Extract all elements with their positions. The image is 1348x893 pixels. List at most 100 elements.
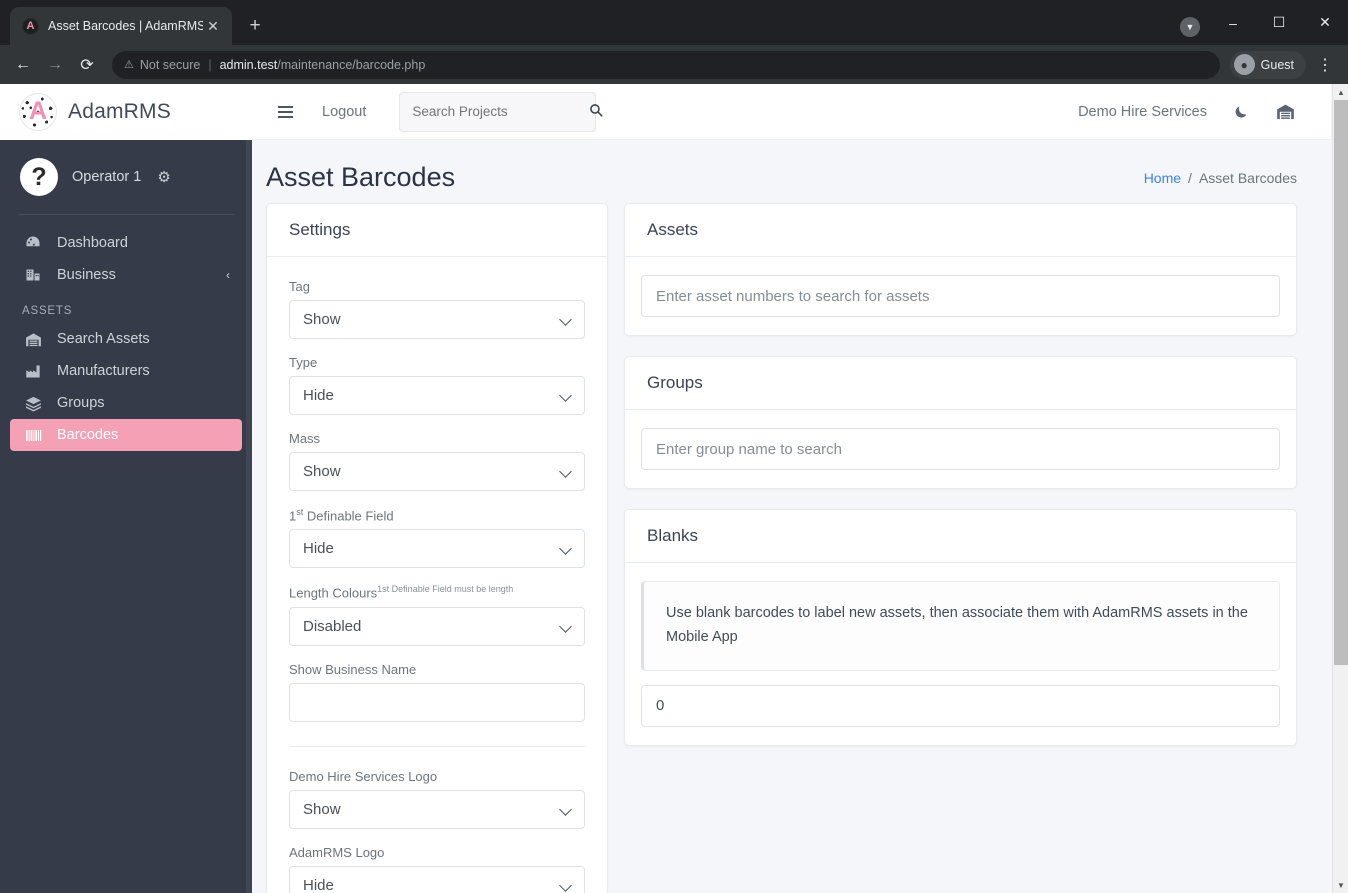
content-grid: Settings Tag Show [252, 203, 1331, 893]
show-business-name-input[interactable] [289, 683, 585, 722]
form-group-business-logo: Demo Hire Services Logo Show [289, 769, 585, 829]
gauge-icon [22, 235, 44, 251]
search-projects-box[interactable] [399, 92, 596, 132]
brand-header[interactable]: AdamRMS [0, 84, 252, 140]
address-bar[interactable]: ⚠ Not secure | admin.test /maintenance/b… [112, 51, 1220, 79]
adamrms-logo-select[interactable]: Hide [289, 866, 585, 893]
profile-chip[interactable]: ● Guest [1230, 51, 1306, 79]
search-input[interactable] [412, 104, 589, 119]
warehouse-icon [22, 331, 44, 348]
sidebar-nav: Dashboard [0, 215, 252, 451]
label-type: Type [289, 355, 585, 370]
sidebar-item-label: Manufacturers [57, 363, 150, 379]
business-logo-select[interactable]: Show [289, 790, 585, 829]
blanks-card: Blanks Use blank barcodes to label new a… [624, 509, 1297, 746]
sidebar-item-search-assets[interactable]: Search Assets [10, 323, 242, 355]
assets-search-input[interactable] [641, 275, 1280, 317]
scroll-down-icon[interactable]: ▼ [1333, 877, 1348, 893]
groups-card: Groups [624, 356, 1297, 489]
barcode-icon [22, 428, 44, 443]
search-icon[interactable] [589, 103, 603, 120]
settings-card-title: Settings [267, 204, 607, 257]
length-colours-select[interactable]: Disabled [289, 607, 585, 646]
back-icon[interactable]: ← [8, 50, 38, 80]
blanks-card-body: Use blank barcodes to label new assets, … [625, 563, 1296, 745]
scroll-up-icon[interactable]: ▲ [1333, 84, 1348, 100]
sidebar-item-manufacturers[interactable]: Manufacturers [10, 355, 242, 387]
page-scrollbar[interactable]: ▲ ▼ [1332, 84, 1348, 893]
assets-card-title: Assets [625, 204, 1296, 257]
panels-column: Assets Groups Blanks [624, 203, 1297, 766]
reload-icon[interactable]: ⟳ [72, 50, 102, 80]
sidebar-item-label: Barcodes [57, 427, 118, 443]
assets-card-body [625, 257, 1296, 335]
label-mass: Mass [289, 431, 585, 446]
sidebar-item-label: Search Assets [57, 331, 150, 347]
breadcrumb: Home / Asset Barcodes [1144, 170, 1297, 186]
browser-tab[interactable]: A Asset Barcodes | AdamRMS ✕ [10, 7, 232, 45]
minimize-button[interactable]: – [1210, 0, 1256, 45]
form-group-tag: Tag Show [289, 279, 585, 339]
business-name[interactable]: Demo Hire Services [1078, 104, 1207, 120]
favicon-adamrms-icon: A [22, 18, 39, 35]
not-secure-warning-icon: ⚠ [124, 58, 134, 71]
groups-search-input[interactable] [641, 428, 1280, 470]
form-group-type: Type Hide [289, 355, 585, 415]
warehouse-icon[interactable] [1276, 102, 1295, 121]
label-adamrms-logo: AdamRMS Logo [289, 845, 585, 860]
main-content: Logout Demo Hire Services [252, 84, 1331, 893]
sidebar-item-business[interactable]: Business ‹ [10, 259, 242, 291]
mass-select[interactable]: Show [289, 452, 585, 491]
browser-toolbar: ← → ⟳ ⚠ Not secure | admin.test /mainten… [0, 45, 1348, 84]
sidebar-section-assets: ASSETS [0, 291, 252, 323]
security-label: Not secure [140, 58, 200, 72]
maximize-button[interactable]: ☐ [1256, 0, 1302, 45]
chevron-left-icon[interactable]: ‹ [226, 268, 230, 282]
chevron-down-icon: Show [289, 300, 585, 339]
avatar: ? [20, 158, 58, 196]
page-title: Asset Barcodes [266, 162, 455, 193]
blanks-count-input[interactable] [641, 685, 1280, 727]
tag-select[interactable]: Show [289, 300, 585, 339]
logout-link[interactable]: Logout [322, 104, 366, 120]
definable-field-select[interactable]: Hide [289, 529, 585, 568]
sidebar-item-barcodes[interactable]: Barcodes [10, 419, 242, 451]
blanks-info-note: Use blank barcodes to label new assets, … [641, 581, 1280, 671]
chevron-down-icon: Hide [289, 529, 585, 568]
page-header: Asset Barcodes Home / Asset Barcodes [252, 140, 1331, 203]
forward-icon[interactable]: → [40, 50, 70, 80]
close-window-button[interactable]: ✕ [1302, 0, 1348, 45]
assets-card: Assets [624, 203, 1297, 336]
moon-icon[interactable] [1233, 103, 1250, 120]
label-show-business-name: Show Business Name [289, 662, 585, 677]
factory-icon [22, 363, 44, 380]
settings-card: Settings Tag Show [266, 203, 608, 893]
groups-card-body [625, 410, 1296, 488]
profile-avatar-icon: ● [1234, 54, 1255, 75]
tab-strip: A Asset Barcodes | AdamRMS ✕ + ▼ – ☐ ✕ [0, 0, 1348, 45]
hamburger-icon[interactable] [270, 106, 298, 118]
label-definable-field: 1st Definable Field [289, 507, 585, 523]
label-length-colours-hint: 1st Definable Field must be length [377, 584, 513, 594]
sidebar-item-dashboard[interactable]: Dashboard [10, 227, 242, 259]
sidebar-item-label: Groups [57, 395, 105, 411]
browser-window: A Asset Barcodes | AdamRMS ✕ + ▼ – ☐ ✕ ←… [0, 0, 1348, 893]
chevron-down-icon: Show [289, 452, 585, 491]
gear-icon[interactable]: ⚙ [157, 168, 170, 186]
download-indicator-icon[interactable]: ▼ [1180, 17, 1200, 37]
page-viewport: AdamRMS ? Operator 1 ⚙ Dashboard [0, 84, 1348, 893]
sidebar-item-label: Business [57, 267, 116, 283]
form-group-definable-field: 1st Definable Field Hide [289, 507, 585, 568]
breadcrumb-home-link[interactable]: Home [1144, 170, 1181, 186]
scrollbar-thumb[interactable] [1334, 100, 1348, 665]
navbar-right: Demo Hire Services [1078, 102, 1295, 121]
sidebar: AdamRMS ? Operator 1 ⚙ Dashboard [0, 84, 252, 893]
sidebar-item-groups[interactable]: Groups [10, 387, 242, 419]
settings-card-body: Tag Show Type [267, 257, 607, 893]
adamrms-logo-icon [20, 94, 56, 130]
user-row[interactable]: ? Operator 1 ⚙ [0, 140, 252, 214]
new-tab-button[interactable]: + [240, 11, 270, 41]
close-tab-icon[interactable]: ✕ [203, 16, 223, 36]
type-select[interactable]: Hide [289, 376, 585, 415]
browser-menu-icon[interactable]: ⋮ [1310, 50, 1340, 80]
